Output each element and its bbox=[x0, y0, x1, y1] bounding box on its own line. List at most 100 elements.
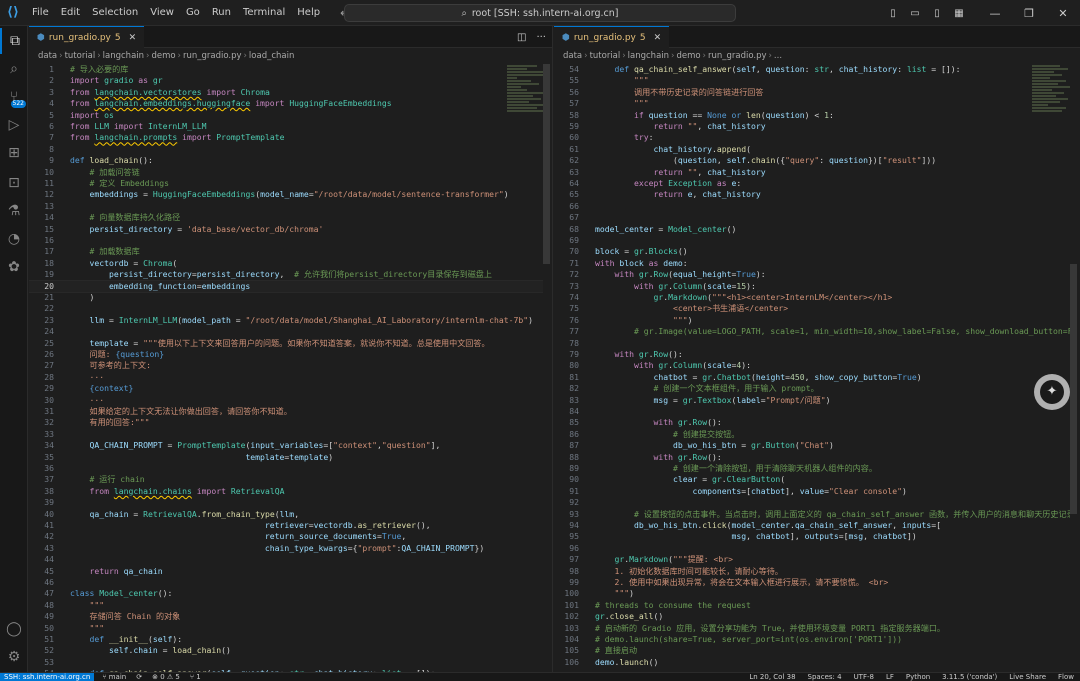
code-line[interactable]: 10 # 加载问答链 bbox=[29, 167, 552, 178]
code-line[interactable]: 42 return_source_documents=True, bbox=[29, 531, 552, 542]
eol[interactable]: LF bbox=[886, 673, 894, 681]
code-line[interactable]: 31 如果给定的上下文无法让你做出回答，请回答你不知道。 bbox=[29, 406, 552, 417]
breadcrumb-item[interactable]: demo bbox=[151, 51, 175, 61]
code-line[interactable]: 60 try: bbox=[554, 132, 1080, 143]
code-line[interactable]: 4 from langchain.embeddings.huggingface i… bbox=[29, 98, 552, 109]
code-line[interactable]: 73 with gr.Column(scale=15): bbox=[554, 281, 1080, 292]
paw-icon[interactable]: ✿ bbox=[0, 254, 28, 280]
code-line[interactable]: 59 return "", chat_history bbox=[554, 121, 1080, 132]
scrollbar-right[interactable] bbox=[1070, 64, 1080, 672]
code-line[interactable]: 49 存储问答 Chain 的对象 bbox=[29, 611, 552, 622]
problems-indicator[interactable]: ⊗ 0 ⚠ 5 bbox=[152, 673, 180, 681]
code-line[interactable]: 61 chat_history.append( bbox=[554, 144, 1080, 155]
code-line[interactable]: 100 """) bbox=[554, 588, 1080, 599]
code-line[interactable]: 24 bbox=[29, 326, 552, 337]
code-line[interactable]: 33 bbox=[29, 429, 552, 440]
minimap-right[interactable] bbox=[1032, 64, 1072, 164]
toggle-secondary-sidebar-icon[interactable]: ▯ bbox=[926, 8, 948, 19]
code-line[interactable]: 17 # 加载数据库 bbox=[29, 246, 552, 257]
code-line[interactable]: 13 bbox=[29, 201, 552, 212]
menu-run[interactable]: Run bbox=[206, 0, 237, 26]
code-line[interactable]: 47 class Model_center(): bbox=[29, 588, 552, 599]
search-icon[interactable]: ⌕ bbox=[0, 56, 28, 82]
code-line[interactable]: 106 demo.launch() bbox=[554, 657, 1080, 668]
breadcrumb-item[interactable]: ... bbox=[774, 51, 782, 61]
code-line[interactable]: 32 有用的回答:""" bbox=[29, 417, 552, 428]
code-line[interactable]: 72 with gr.Row(equal_height=True): bbox=[554, 269, 1080, 280]
ports-indicator[interactable]: ⑂ 1 bbox=[190, 673, 201, 681]
remote-explorer-icon[interactable]: ⊡ bbox=[0, 170, 28, 196]
branch-indicator[interactable]: ⑂ main bbox=[102, 673, 126, 681]
testing-icon[interactable]: ⚗ bbox=[0, 198, 28, 224]
language-mode[interactable]: Python bbox=[906, 673, 930, 681]
breadcrumb-item[interactable]: langchain bbox=[103, 51, 144, 61]
close-tab-icon[interactable]: ✕ bbox=[129, 33, 137, 43]
breadcrumb-item[interactable]: data bbox=[38, 51, 57, 61]
code-line[interactable]: 95 msg, chatbot], outputs=[msg, chatbot]… bbox=[554, 531, 1080, 542]
code-line[interactable]: 92 bbox=[554, 497, 1080, 508]
code-line[interactable]: 51 def __init__(self): bbox=[29, 634, 552, 645]
code-line[interactable]: 43 chain_type_kwargs={"prompt":QA_CHAIN_… bbox=[29, 543, 552, 554]
menu-help[interactable]: Help bbox=[291, 0, 326, 26]
code-line[interactable]: 54 def qa_chain_self_answer(self, questi… bbox=[554, 64, 1080, 75]
code-line[interactable]: 77 # gr.Image(value=LOGO_PATH, scale=1, … bbox=[554, 326, 1080, 337]
code-line[interactable]: 76 """) bbox=[554, 315, 1080, 326]
code-line[interactable]: 99 2. 使用中如果出现异常，将会在文本输入框进行展示，请不要惊慌。 <br> bbox=[554, 577, 1080, 588]
close-icon[interactable]: ✕ bbox=[1046, 7, 1080, 20]
code-line[interactable]: 68 model_center = Model_center() bbox=[554, 224, 1080, 235]
code-line[interactable]: 14 # 向量数据库持久化路径 bbox=[29, 212, 552, 223]
code-line[interactable]: 105 # 直接启动 bbox=[554, 645, 1080, 656]
code-line[interactable]: 93 # 设置按钮的点击事件。当点击时，调用上面定义的 qa_chain_sel… bbox=[554, 509, 1080, 520]
code-area-right[interactable]: 54 def qa_chain_self_answer(self, questi… bbox=[554, 64, 1080, 672]
code-line[interactable]: 2 import gradio as gr bbox=[29, 75, 552, 86]
gear-icon[interactable]: ⚙ bbox=[0, 644, 28, 670]
code-line[interactable]: 41 retriever=vectordb.as_retriever(), bbox=[29, 520, 552, 531]
code-line[interactable]: 85 with gr.Row(): bbox=[554, 417, 1080, 428]
code-line[interactable]: 91 components=[chatbot], value="Clear co… bbox=[554, 486, 1080, 497]
indentation[interactable]: Spaces: 4 bbox=[808, 673, 842, 681]
code-line[interactable]: 71 with block as demo: bbox=[554, 258, 1080, 269]
code-line[interactable]: 78 bbox=[554, 338, 1080, 349]
code-line[interactable]: 44 bbox=[29, 554, 552, 565]
code-line[interactable]: 22 bbox=[29, 303, 552, 314]
code-line[interactable]: 67 bbox=[554, 212, 1080, 223]
remote-indicator[interactable]: SSH: ssh.intern-ai.org.cn bbox=[0, 672, 95, 681]
code-line[interactable]: 20 embedding_function=embeddings bbox=[29, 279, 552, 294]
code-line[interactable]: 46 bbox=[29, 577, 552, 588]
tab-run-gradio-right[interactable]: ⬢ run_gradio.py 5 ✕ bbox=[554, 26, 670, 48]
code-line[interactable]: 5 import os bbox=[29, 110, 552, 121]
code-line[interactable]: 96 bbox=[554, 543, 1080, 554]
breadcrumb-item[interactable]: demo bbox=[676, 51, 700, 61]
breadcrumb-item[interactable]: data bbox=[563, 51, 582, 61]
code-line[interactable]: 53 bbox=[29, 657, 552, 668]
code-line[interactable]: 55 """ bbox=[554, 75, 1080, 86]
code-line[interactable]: 104 # demo.launch(share=True, server_port… bbox=[554, 634, 1080, 645]
code-line[interactable]: 80 with gr.Column(scale=4): bbox=[554, 360, 1080, 371]
code-line[interactable]: 82 # 创建一个文本框组件，用于输入 prompt。 bbox=[554, 383, 1080, 394]
code-area-left[interactable]: 1 # 导入必要的库 2 import gradio as gr 3 from langc… bbox=[29, 64, 552, 672]
encoding[interactable]: UTF-8 bbox=[854, 673, 874, 681]
code-line[interactable]: 16 bbox=[29, 235, 552, 246]
code-line[interactable]: 56 调用不带历史记录的问答链进行回答 bbox=[554, 87, 1080, 98]
code-line[interactable]: 12 embeddings = HuggingFaceEmbeddings(mo… bbox=[29, 189, 552, 200]
toggle-panel-icon[interactable]: ▭ bbox=[904, 8, 926, 19]
code-line[interactable]: 45 return qa_chain bbox=[29, 566, 552, 577]
menu-edit[interactable]: Edit bbox=[55, 0, 86, 26]
more-actions-icon[interactable]: ··· bbox=[536, 32, 546, 43]
code-line[interactable]: 39 bbox=[29, 497, 552, 508]
breadcrumb-item[interactable]: tutorial bbox=[590, 51, 621, 61]
menu-selection[interactable]: Selection bbox=[86, 0, 144, 26]
code-line[interactable]: 48 """ bbox=[29, 600, 552, 611]
code-line[interactable]: 70 block = gr.Blocks() bbox=[554, 246, 1080, 257]
toggle-sidebar-icon[interactable]: ▯ bbox=[882, 8, 904, 19]
code-line[interactable]: 36 bbox=[29, 463, 552, 474]
customize-layout-icon[interactable]: ▦ bbox=[948, 8, 970, 19]
code-line[interactable]: 18 vectordb = Chroma( bbox=[29, 258, 552, 269]
menu-file[interactable]: File bbox=[26, 0, 55, 26]
code-line[interactable]: 69 bbox=[554, 235, 1080, 246]
code-line[interactable]: 25 template = """使用以下上下文来回答用户的问题。如果你不知道答… bbox=[29, 338, 552, 349]
assistant-float-icon[interactable]: ✦ bbox=[1034, 374, 1070, 410]
code-line[interactable]: 23 llm = InternLM_LLM(model_path = "/roo… bbox=[29, 315, 552, 326]
code-line[interactable]: 40 qa_chain = RetrievalQA.from_chain_typ… bbox=[29, 509, 552, 520]
code-line[interactable]: 97 gr.Markdown("""提醒: <br> bbox=[554, 554, 1080, 565]
